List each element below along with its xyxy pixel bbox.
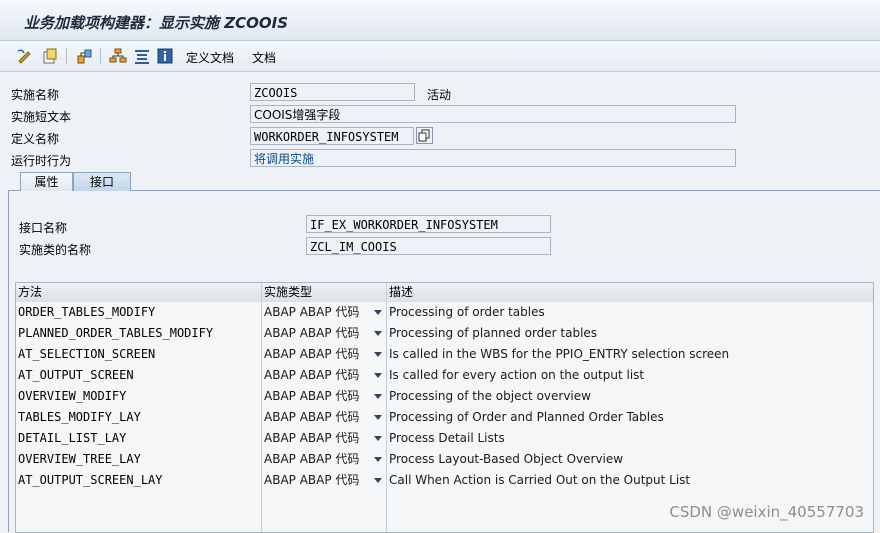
dropdown-arrow-icon[interactable] bbox=[374, 373, 382, 378]
status-text: 活动 bbox=[427, 88, 452, 102]
impl-type-dropdown[interactable]: ABAP ABAP 代码 bbox=[262, 344, 387, 365]
impl-type-dropdown[interactable]: ABAP ABAP 代码 bbox=[262, 302, 387, 323]
hierarchy-icon[interactable] bbox=[109, 47, 127, 65]
application-toolbar: 定义文档 文档 bbox=[0, 41, 880, 72]
impl-type-dropdown[interactable]: ABAP ABAP 代码 bbox=[262, 428, 387, 449]
method-name-cell[interactable]: AT_OUTPUT_SCREEN_LAY bbox=[16, 470, 262, 491]
impl-name-label: 实施名称 bbox=[11, 88, 60, 102]
table-row[interactable]: OVERVIEW_MODIFY ABAP ABAP 代码 Processing of… bbox=[16, 386, 873, 408]
method-description-cell: Processing of Order and Planned Order Ta… bbox=[389, 410, 664, 424]
dropdown-arrow-icon[interactable] bbox=[374, 478, 382, 483]
impl-type-value: ABAP ABAP 代码 bbox=[264, 368, 360, 382]
method-description-cell: Processing of the object overview bbox=[389, 389, 591, 403]
dropdown-arrow-icon[interactable] bbox=[374, 394, 382, 399]
impl-class-field[interactable]: ZCL_IM_COOIS bbox=[306, 237, 551, 255]
runtime-behavior-label: 运行时行为 bbox=[11, 154, 72, 168]
short-text-field[interactable]: COOIS增强字段 bbox=[250, 105, 736, 123]
impl-type-dropdown[interactable]: ABAP ABAP 代码 bbox=[262, 365, 387, 386]
impl-type-value: ABAP ABAP 代码 bbox=[264, 452, 360, 466]
method-description-cell: Call When Action is Carried Out on the O… bbox=[389, 473, 691, 487]
method-name-cell[interactable]: AT_SELECTION_SCREEN bbox=[16, 344, 262, 365]
runtime-behavior-field[interactable]: 将调用实施 bbox=[250, 149, 736, 167]
definition-name-field[interactable]: WORKORDER_INFOSYSTEM bbox=[250, 127, 414, 145]
table-row[interactable]: OVERVIEW_TREE_LAY ABAP ABAP 代码 Process Lay… bbox=[16, 449, 873, 471]
impl-type-value: ABAP ABAP 代码 bbox=[264, 410, 360, 424]
impl-type-dropdown[interactable]: ABAP ABAP 代码 bbox=[262, 470, 387, 491]
impl-class-label: 实施类的名称 bbox=[19, 243, 92, 257]
method-name-cell[interactable]: OVERVIEW_MODIFY bbox=[16, 386, 262, 407]
table-header: 方法 实施类型 描述 bbox=[16, 283, 873, 303]
table-row[interactable]: TABLES_MODIFY_LAY ABAP ABAP 代码 Processing … bbox=[16, 407, 873, 429]
method-name-cell[interactable]: TABLES_MODIFY_LAY bbox=[16, 407, 262, 428]
dropdown-arrow-icon[interactable] bbox=[374, 352, 382, 357]
impl-type-dropdown[interactable]: ABAP ABAP 代码 bbox=[262, 449, 387, 470]
method-name-cell[interactable]: PLANNED_ORDER_TABLES_MODIFY bbox=[16, 323, 262, 344]
watermark-text: CSDN @weixin_40557703 bbox=[669, 503, 864, 521]
toolbar-separator bbox=[66, 48, 67, 64]
table-row[interactable]: AT_SELECTION_SCREEN ABAP ABAP 代码 Is called… bbox=[16, 344, 873, 366]
dropdown-arrow-icon[interactable] bbox=[374, 415, 382, 420]
methods-table: 方法 实施类型 描述 ORDER_TABLES_MODIFY ABAP ABAP … bbox=[15, 282, 874, 533]
table-row[interactable]: PLANNED_ORDER_TABLES_MODIFY ABAP ABAP 代码 P… bbox=[16, 323, 873, 345]
title-bar: 业务加载项构建器：显示实施 ZCOOIS bbox=[0, 0, 880, 41]
impl-type-dropdown[interactable]: ABAP ABAP 代码 bbox=[262, 323, 387, 344]
column-header-method[interactable]: 方法 bbox=[16, 283, 262, 302]
method-description-cell: Is called for every action on the output… bbox=[389, 368, 645, 382]
method-name-cell[interactable]: ORDER_TABLES_MODIFY bbox=[16, 302, 262, 323]
impl-type-dropdown[interactable]: ABAP ABAP 代码 bbox=[262, 407, 387, 428]
table-row[interactable]: ORDER_TABLES_MODIFY ABAP ABAP 代码 Processin… bbox=[16, 302, 873, 324]
dropdown-arrow-icon[interactable] bbox=[374, 331, 382, 336]
method-description-cell: Is called in the WBS for the PPIO_ENTRY … bbox=[389, 347, 730, 361]
impl-type-value: ABAP ABAP 代码 bbox=[264, 431, 360, 445]
method-description-cell: Processing of planned order tables bbox=[389, 326, 598, 340]
interface-name-label: 接口名称 bbox=[19, 221, 68, 235]
dropdown-arrow-icon[interactable] bbox=[374, 310, 382, 315]
impl-type-value: ABAP ABAP 代码 bbox=[264, 389, 360, 403]
method-description-cell: Process Detail Lists bbox=[389, 431, 505, 445]
table-row[interactable]: DETAIL_LIST_LAY ABAP ABAP 代码 Process Detai… bbox=[16, 428, 873, 450]
tab-attributes[interactable]: 属性 bbox=[20, 172, 73, 191]
copy-icon[interactable] bbox=[416, 127, 433, 144]
column-header-description[interactable]: 描述 bbox=[387, 283, 873, 302]
interface-name-field[interactable]: IF_EX_WORKORDER_INFOSYSTEM bbox=[306, 215, 551, 233]
doc-button[interactable]: 文档 bbox=[252, 49, 276, 66]
dropdown-arrow-icon[interactable] bbox=[374, 436, 382, 441]
table-row[interactable]: AT_OUTPUT_SCREEN_LAY ABAP ABAP 代码 Call Whe… bbox=[16, 470, 873, 492]
impl-type-value: ABAP ABAP 代码 bbox=[264, 326, 360, 340]
display-change-icon[interactable] bbox=[16, 47, 34, 65]
impl-type-value: ABAP ABAP 代码 bbox=[264, 347, 360, 361]
impl-type-value: ABAP ABAP 代码 bbox=[264, 473, 360, 487]
table-row[interactable]: AT_OUTPUT_SCREEN ABAP ABAP 代码 Is called fo… bbox=[16, 365, 873, 387]
method-name-cell[interactable]: DETAIL_LIST_LAY bbox=[16, 428, 262, 449]
impl-name-field[interactable]: ZCOOIS bbox=[250, 83, 415, 101]
method-name-cell[interactable]: AT_OUTPUT_SCREEN bbox=[16, 365, 262, 386]
info-icon[interactable] bbox=[156, 47, 174, 65]
definition-name-label: 定义名称 bbox=[11, 132, 60, 146]
impl-type-value: ABAP ABAP 代码 bbox=[264, 305, 360, 319]
define-doc-button[interactable]: 定义文档 bbox=[186, 49, 234, 66]
impl-type-dropdown[interactable]: ABAP ABAP 代码 bbox=[262, 386, 387, 407]
short-text-label: 实施短文本 bbox=[11, 110, 72, 124]
column-header-impl-type[interactable]: 实施类型 bbox=[262, 283, 387, 302]
method-description-cell: Process Layout-Based Object Overview bbox=[389, 452, 624, 466]
toolbar-separator bbox=[100, 48, 101, 64]
list-icon[interactable] bbox=[133, 47, 151, 65]
dropdown-arrow-icon[interactable] bbox=[374, 457, 382, 462]
where-used-icon[interactable] bbox=[75, 47, 93, 65]
method-name-cell[interactable]: OVERVIEW_TREE_LAY bbox=[16, 449, 262, 470]
other-object-icon[interactable] bbox=[41, 47, 59, 65]
method-description-cell: Processing of order tables bbox=[389, 305, 545, 319]
tab-interface[interactable]: 接口 bbox=[73, 172, 131, 191]
window-title: 业务加载项构建器：显示实施 ZCOOIS bbox=[24, 14, 288, 32]
